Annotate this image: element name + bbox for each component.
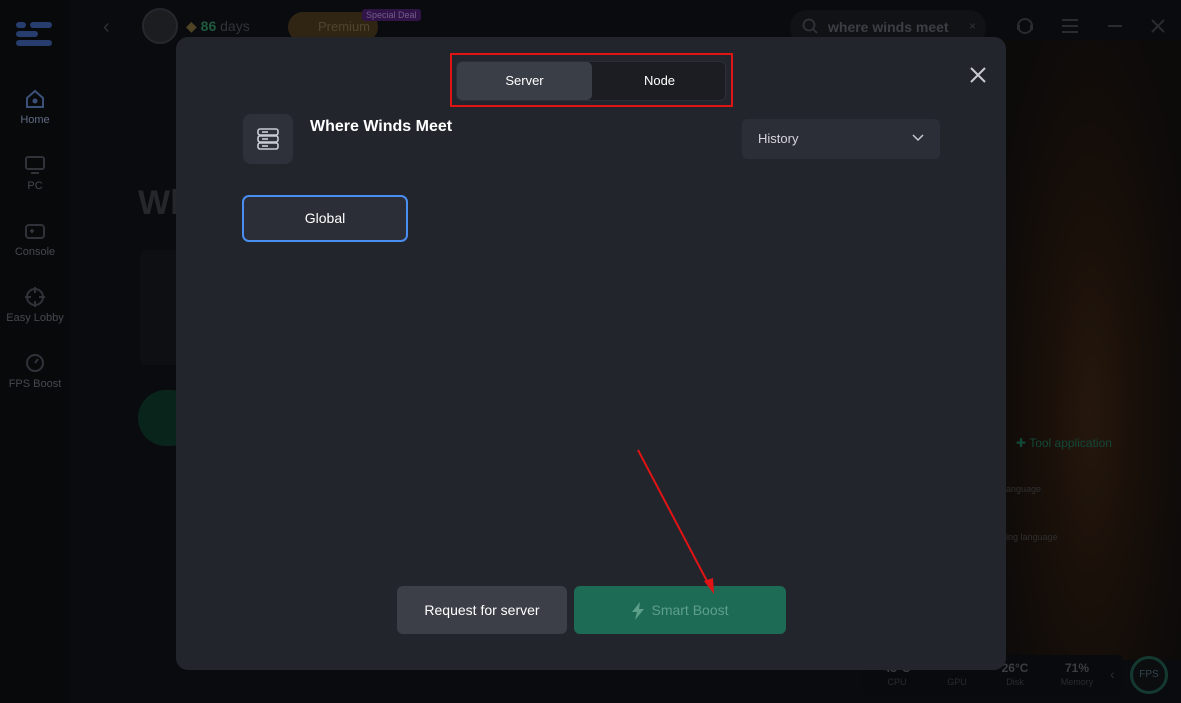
game-title: Where Winds Meet — [310, 118, 453, 135]
region-option-global[interactable]: Global — [242, 195, 408, 242]
modal-close-icon[interactable] — [966, 63, 990, 87]
game-icon — [243, 114, 293, 164]
history-label: History — [758, 131, 799, 146]
chevron-down-icon — [912, 134, 924, 142]
server-select-modal: Server Node Where Winds Meet History Glo… — [176, 37, 1006, 670]
smart-boost-label: Smart Boost — [651, 602, 729, 618]
smart-boost-button[interactable]: Smart Boost — [574, 586, 786, 634]
app-window: Home PC Console Easy Lobby FPS Boost ‹ ◆… — [0, 0, 1181, 703]
server-stack-icon — [257, 128, 279, 150]
request-server-button[interactable]: Request for server — [397, 586, 567, 634]
history-dropdown[interactable]: History — [742, 119, 940, 159]
annotation-highlight-box — [450, 53, 733, 107]
lightning-icon — [632, 602, 645, 621]
